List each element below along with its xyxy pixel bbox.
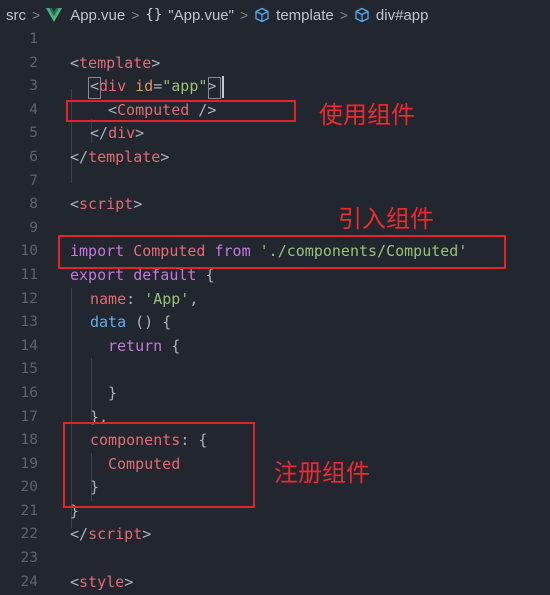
code-token: "app" xyxy=(162,77,208,96)
annotation-import: 引入组件 xyxy=(338,205,434,233)
line-number: 6 xyxy=(29,148,38,165)
code-token: = xyxy=(153,77,163,96)
line-number: 14 xyxy=(20,337,38,354)
line-number: 21 xyxy=(20,502,38,519)
line-number: 8 xyxy=(29,196,38,213)
annotation-use: 使用组件 xyxy=(319,101,415,129)
code-token: 'App' xyxy=(144,289,190,308)
line-number: 3 xyxy=(29,78,38,95)
code-token: { xyxy=(162,336,181,355)
highlight-box-register xyxy=(63,422,255,508)
code-token: div xyxy=(99,77,127,96)
line-number: 10 xyxy=(20,243,38,260)
line-number: 4 xyxy=(29,101,38,118)
line-number: 12 xyxy=(20,290,38,307)
code-token: div xyxy=(108,124,136,143)
code-token: data xyxy=(90,313,127,332)
line-number: 19 xyxy=(20,455,38,472)
cube-icon xyxy=(355,7,369,23)
code-token: template xyxy=(79,53,152,72)
code-token: style xyxy=(79,572,125,591)
line-number: 20 xyxy=(20,479,38,496)
code-token: < xyxy=(70,53,80,72)
code-line[interactable]: 12 name: 'App', xyxy=(0,288,550,312)
code-line[interactable]: 15 xyxy=(0,358,550,382)
line-number: 2 xyxy=(29,54,38,71)
code-line[interactable]: 3 <div id="app"> xyxy=(0,75,550,99)
code-line[interactable]: 2 <template> xyxy=(0,52,550,76)
code-line[interactable]: 1 xyxy=(0,28,550,52)
code-line[interactable]: 23 xyxy=(0,547,550,571)
breadcrumb: src > App.vue > {} "App.vue" > template … xyxy=(0,0,550,30)
line-number: 23 xyxy=(20,550,38,567)
code-line[interactable]: 13 data () { xyxy=(0,311,550,335)
line-number: 11 xyxy=(20,266,38,283)
code-line[interactable]: 8 <script> xyxy=(0,193,550,217)
annotation-register: 注册组件 xyxy=(274,459,370,487)
code-line[interactable]: 22 </script> xyxy=(0,523,550,547)
chevron-right-icon: > xyxy=(131,7,140,23)
code-token: > xyxy=(133,195,143,214)
line-number: 1 xyxy=(29,31,38,47)
code-token: , xyxy=(189,289,199,308)
line-number: 22 xyxy=(20,526,38,543)
breadcrumb-template[interactable]: template xyxy=(276,7,334,24)
breadcrumb-module[interactable]: "App.vue" xyxy=(168,7,234,24)
highlight-box-import xyxy=(58,235,506,269)
line-number: 17 xyxy=(20,408,38,425)
code-token: </ xyxy=(70,147,89,166)
code-line[interactable]: 5 </div> xyxy=(0,122,550,146)
line-number: 18 xyxy=(20,432,38,449)
chevron-right-icon: > xyxy=(32,7,41,23)
vue-logo-icon xyxy=(46,8,63,22)
code-token: id xyxy=(135,77,154,96)
code-token: > xyxy=(160,147,170,166)
object-braces-icon: {} xyxy=(145,7,163,23)
code-token: > xyxy=(142,525,152,544)
code-token: return xyxy=(108,336,163,355)
code-token: name xyxy=(90,289,127,308)
line-number: 15 xyxy=(20,361,38,378)
line-number: 16 xyxy=(20,384,38,401)
code-token: : xyxy=(126,289,145,308)
highlight-box-use xyxy=(66,100,296,122)
code-line[interactable]: 7 xyxy=(0,170,550,194)
line-number: 24 xyxy=(20,573,38,590)
line-number: 9 xyxy=(29,219,38,236)
breadcrumb-element[interactable]: div#app xyxy=(376,7,429,24)
code-token: } xyxy=(108,383,118,402)
code-line[interactable]: 16} xyxy=(0,382,550,406)
code-token: < xyxy=(70,195,80,214)
code-line[interactable]: 24 <style> xyxy=(0,571,550,595)
text-cursor xyxy=(222,76,224,98)
line-number: 7 xyxy=(29,172,38,189)
breadcrumb-file[interactable]: App.vue xyxy=(70,7,125,24)
cube-icon xyxy=(255,7,269,23)
code-line[interactable]: 14 return { xyxy=(0,335,550,359)
code-token: </ xyxy=(90,124,109,143)
code-token: </ xyxy=(70,525,89,544)
chevron-right-icon: > xyxy=(339,7,348,23)
code-token: script xyxy=(79,195,134,214)
code-token: > xyxy=(151,53,161,72)
chevron-right-icon: > xyxy=(239,7,249,23)
breadcrumb-src[interactable]: src xyxy=(6,7,26,24)
bracket-match-highlight xyxy=(208,77,221,99)
code-token: script xyxy=(88,525,143,544)
code-token: template xyxy=(88,147,161,166)
line-number: 5 xyxy=(29,125,38,142)
bracket-match-highlight xyxy=(88,77,101,99)
code-token: () { xyxy=(126,313,172,332)
code-token: > xyxy=(124,572,134,591)
code-line[interactable]: 6 </template> xyxy=(0,146,550,170)
code-token: > xyxy=(135,124,145,143)
code-token: < xyxy=(70,572,80,591)
line-number: 13 xyxy=(20,314,38,331)
